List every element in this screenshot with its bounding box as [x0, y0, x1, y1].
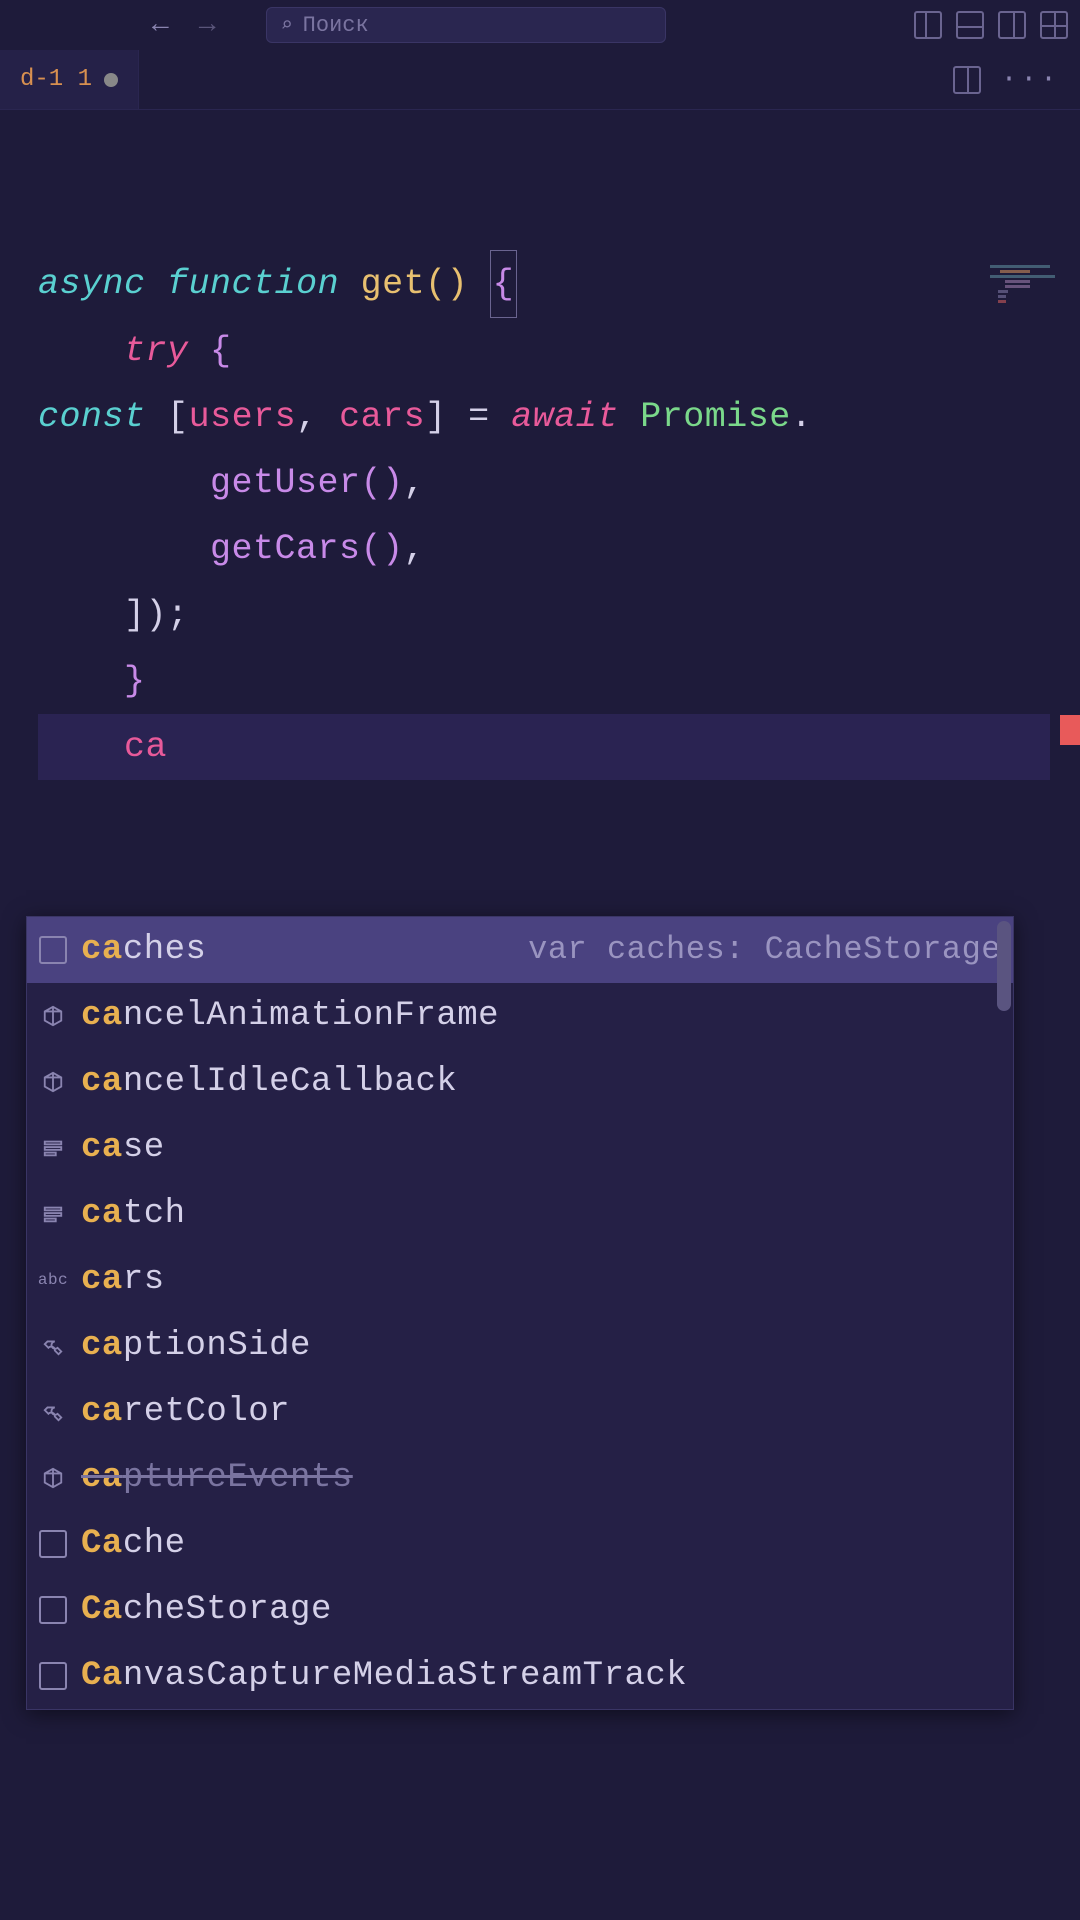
autocomplete-item[interactable]: case — [27, 1115, 1013, 1181]
autocomplete-item[interactable]: captionSide — [27, 1313, 1013, 1379]
customize-layout-icon[interactable] — [1040, 11, 1068, 39]
autocomplete-label: CanvasCaptureMediaStreamTrack — [81, 1643, 687, 1709]
toggle-panel-bottom-icon[interactable] — [956, 11, 984, 39]
namespace-icon — [39, 1662, 67, 1690]
search-icon: ⌕ — [281, 12, 293, 38]
split-editor-icon[interactable] — [953, 66, 981, 94]
autocomplete-item[interactable]: CanvasCaptureMediaStreamTrack — [27, 1643, 1013, 1709]
autocomplete-label: CacheStorage — [81, 1577, 332, 1643]
autocomplete-item[interactable]: captureEvents — [27, 1445, 1013, 1511]
namespace-icon — [39, 1530, 67, 1558]
layout-controls — [914, 11, 1068, 39]
tab-active[interactable]: d-1 1 — [0, 50, 139, 109]
keyword-icon — [39, 1200, 67, 1228]
autocomplete-scrollbar[interactable] — [997, 921, 1011, 1011]
more-actions-icon[interactable]: ··· — [1001, 64, 1060, 95]
namespace-icon — [39, 1596, 67, 1624]
autocomplete-item[interactable]: abccars — [27, 1247, 1013, 1313]
autocomplete-label: cancelAnimationFrame — [81, 983, 499, 1049]
nav-back-icon[interactable]: ← — [152, 10, 169, 41]
autocomplete-label: Cache — [81, 1511, 186, 1577]
toggle-sidebar-right-icon[interactable] — [998, 11, 1026, 39]
namespace-icon — [39, 936, 67, 964]
code-line: } — [38, 648, 1080, 714]
autocomplete-popup: caches var caches: CacheStorage cancelAnim… — [26, 916, 1014, 1710]
minimap[interactable] — [990, 265, 1060, 315]
code-line: ]); — [38, 582, 1080, 648]
tab-actions: ··· — [953, 64, 1080, 95]
code-line: getUser(), — [38, 450, 1080, 516]
tabbar: d-1 1 ··· — [0, 50, 1080, 110]
autocomplete-label: caches — [81, 917, 206, 983]
autocomplete-item[interactable]: CacheStorage — [27, 1577, 1013, 1643]
abc-icon: abc — [39, 1266, 67, 1294]
code-line-error: ca — [38, 714, 1050, 780]
autocomplete-item[interactable]: caretColor — [27, 1379, 1013, 1445]
autocomplete-label: cars — [81, 1247, 165, 1313]
dirty-indicator-icon — [104, 73, 118, 87]
code-editor[interactable]: async function get() { try { const [user… — [0, 110, 1080, 780]
autocomplete-label: catch — [81, 1181, 186, 1247]
autocomplete-label: captionSide — [81, 1313, 311, 1379]
error-marker-icon[interactable] — [1060, 715, 1080, 745]
code-line: async function get() { — [38, 250, 1080, 318]
cube-icon — [39, 1068, 67, 1096]
autocomplete-item[interactable]: cancelIdleCallback — [27, 1049, 1013, 1115]
search-placeholder: Поиск — [303, 13, 369, 38]
code-line: getCars(), — [38, 516, 1080, 582]
titlebar: ← → ⌕ Поиск — [0, 0, 1080, 50]
autocomplete-detail: var caches: CacheStorage — [528, 917, 1001, 983]
autocomplete-item[interactable]: catch — [27, 1181, 1013, 1247]
autocomplete-item[interactable]: Cache — [27, 1511, 1013, 1577]
autocomplete-label: cancelIdleCallback — [81, 1049, 457, 1115]
tab-filename: d-1 1 — [20, 66, 92, 93]
wrench-icon — [39, 1332, 67, 1360]
keyword-icon — [39, 1134, 67, 1162]
code-line: const [users, cars] = await Promise. — [38, 384, 1080, 450]
autocomplete-item[interactable]: caches var caches: CacheStorage — [27, 917, 1013, 983]
wrench-icon — [39, 1398, 67, 1426]
toggle-sidebar-left-icon[interactable] — [914, 11, 942, 39]
cube-icon — [39, 1464, 67, 1492]
search-box[interactable]: ⌕ Поиск — [266, 7, 666, 43]
autocomplete-label: caretColor — [81, 1379, 290, 1445]
autocomplete-label: case — [81, 1115, 165, 1181]
nav-forward-icon[interactable]: → — [199, 10, 216, 41]
autocomplete-item[interactable]: cancelAnimationFrame — [27, 983, 1013, 1049]
code-line: try { — [38, 318, 1080, 384]
cube-icon — [39, 1002, 67, 1030]
nav-arrows: ← → — [152, 10, 216, 41]
autocomplete-label: captureEvents — [81, 1445, 353, 1511]
